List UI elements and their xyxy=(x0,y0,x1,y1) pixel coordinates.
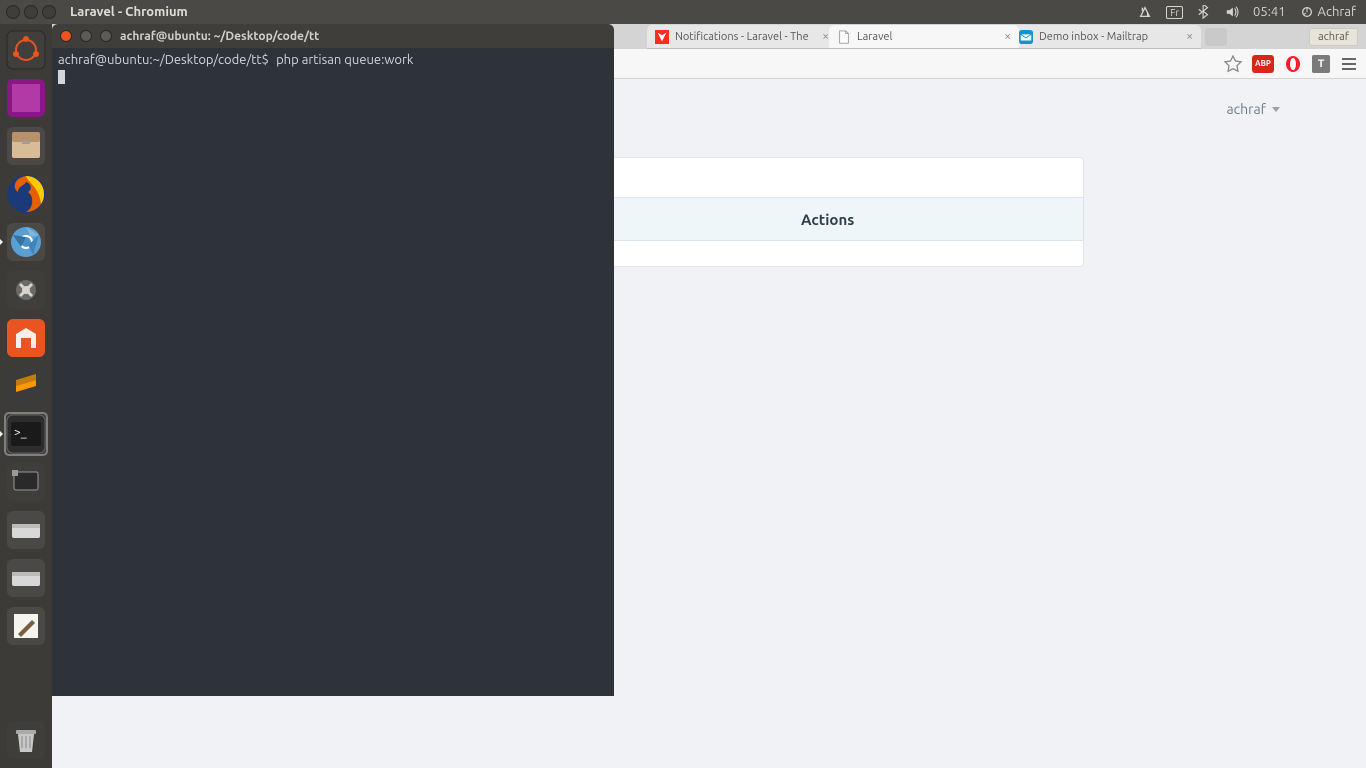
terminal-title: achraf@ubuntu: ~/Desktop/code/tt xyxy=(120,30,319,43)
win-close-icon[interactable] xyxy=(6,5,20,19)
close-icon[interactable]: × xyxy=(1186,30,1193,43)
tab-label: Laravel xyxy=(857,31,892,43)
bluetooth-icon[interactable] xyxy=(1197,5,1211,19)
adblock-icon[interactable]: ABP xyxy=(1252,55,1274,73)
mailtrap-icon xyxy=(1019,30,1033,44)
terminal-icon[interactable]: >_ xyxy=(4,412,48,456)
system-topbar: Laravel - Chromium Fr 05:41 Achraf xyxy=(0,0,1366,24)
opera-ext-icon[interactable] xyxy=(1284,55,1302,73)
tab-label: Notifications - Laravel - The xyxy=(675,31,809,43)
keyboard-indicator[interactable]: Fr xyxy=(1166,6,1183,19)
col-actions: Actions xyxy=(779,211,876,228)
svg-text:>_: >_ xyxy=(14,426,27,439)
tab-mailtrap[interactable]: Demo inbox - Mailtrap × xyxy=(1011,25,1201,49)
terminal-window: achraf@ubuntu: ~/Desktop/code/tt achraf@… xyxy=(52,24,614,696)
terminal-titlebar: achraf@ubuntu: ~/Desktop/code/tt xyxy=(52,24,614,48)
sublime-icon[interactable] xyxy=(4,364,48,408)
clock[interactable]: 05:41 xyxy=(1253,5,1286,19)
user-dropdown[interactable]: achraf xyxy=(1226,101,1280,117)
new-tab-button[interactable] xyxy=(1205,28,1227,46)
dash-icon[interactable] xyxy=(4,28,48,72)
window-controls xyxy=(6,5,56,19)
unity-launcher: >_ xyxy=(0,24,52,768)
network-icon[interactable] xyxy=(1138,5,1152,19)
firefox-icon[interactable] xyxy=(4,172,48,216)
tab-label: Demo inbox - Mailtrap xyxy=(1039,31,1148,43)
win-max-icon[interactable] xyxy=(42,5,56,19)
win-min-icon[interactable] xyxy=(24,5,38,19)
term-max-icon[interactable] xyxy=(100,30,112,42)
cursor-icon xyxy=(58,70,65,84)
close-icon[interactable]: × xyxy=(1004,30,1011,43)
page-icon xyxy=(837,30,851,44)
bookmark-star-icon[interactable] xyxy=(1224,55,1242,73)
term-min-icon[interactable] xyxy=(80,30,92,42)
term-close-icon[interactable] xyxy=(60,30,72,42)
terminal-body[interactable]: achraf@ubuntu:~/Desktop/code/tt$ php art… xyxy=(52,48,614,696)
chromium-icon[interactable] xyxy=(4,220,48,264)
volume-icon[interactable] xyxy=(1225,5,1239,19)
screenshot-icon[interactable] xyxy=(4,460,48,504)
tab-notifications[interactable]: Notifications - Laravel - The × xyxy=(647,25,837,49)
close-icon[interactable]: × xyxy=(822,30,829,43)
profile-chip[interactable]: achraf xyxy=(1309,28,1358,46)
disk1-icon[interactable] xyxy=(4,508,48,552)
text-editor-icon[interactable] xyxy=(4,604,48,648)
workspace-icon[interactable] xyxy=(4,76,48,120)
menu-icon[interactable] xyxy=(1340,55,1358,73)
files-icon[interactable] xyxy=(4,124,48,168)
t-ext-icon[interactable]: T xyxy=(1312,55,1330,73)
laravel-icon xyxy=(655,30,669,44)
tab-laravel[interactable]: Laravel × xyxy=(829,25,1019,49)
disk2-icon[interactable] xyxy=(4,556,48,600)
trash-icon[interactable] xyxy=(4,718,48,762)
software-center-icon[interactable] xyxy=(4,316,48,360)
chevron-down-icon xyxy=(1272,107,1280,112)
shell-command: php artisan queue:work xyxy=(276,53,413,67)
session-menu[interactable]: Achraf xyxy=(1300,5,1356,19)
system-settings-icon[interactable] xyxy=(4,268,48,312)
window-title: Laravel - Chromium xyxy=(70,5,188,19)
user-name: achraf xyxy=(1226,101,1266,117)
shell-prompt: achraf@ubuntu:~/Desktop/code/tt$ xyxy=(58,53,269,67)
